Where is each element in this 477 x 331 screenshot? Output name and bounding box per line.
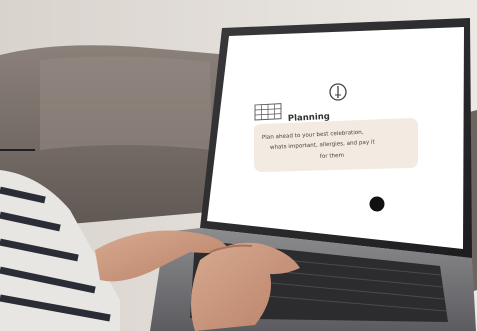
sofa-highlight <box>40 56 212 150</box>
black-dot <box>369 196 385 212</box>
laptop-photo: Planning Plan ahead to your best celebra… <box>0 0 477 331</box>
slide-body-line-3: for them <box>320 153 344 160</box>
photo-scene: Planning Plan ahead to your best celebra… <box>0 0 477 331</box>
